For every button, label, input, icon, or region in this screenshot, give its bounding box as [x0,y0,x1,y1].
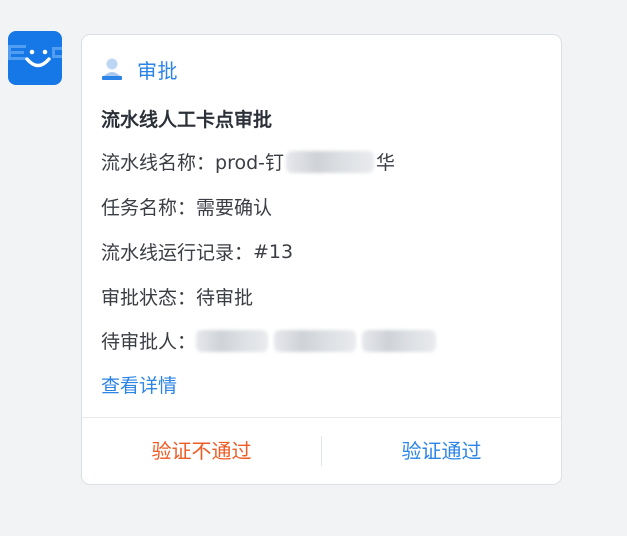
field-label: 审批状态： [101,287,197,309]
field-value-tail: 华 [376,152,396,174]
field-value: 待审批 [196,287,254,309]
smile-logo-icon [8,45,62,68]
approve-button[interactable]: 验证通过 [322,418,561,484]
field-label: 流水线运行记录： [101,242,254,264]
field-value: #13 [253,240,294,263]
field-task-name: 任务名称： 需要确认 [101,193,272,220]
field-label: 待审批人： [101,331,197,353]
field-value: prod-钉 [215,152,285,174]
card-header: 审批 [101,55,178,83]
field-label: 流水线名称： [101,152,216,174]
redacted-text [362,329,437,352]
header-label: 审批 [137,58,178,83]
approval-card: 审批 流水线人工卡点审批 流水线名称： prod-钉 华 任务名称： 需要确认 … [81,34,562,485]
action-bar: 验证不通过 验证通过 [82,418,561,484]
bot-avatar[interactable] [8,31,62,85]
reject-button[interactable]: 验证不通过 [82,418,321,484]
field-approval-status: 审批状态： 待审批 [101,283,253,310]
card-title: 流水线人工卡点审批 [101,109,273,131]
view-details-link[interactable]: 查看详情 [101,371,177,398]
redacted-text [196,329,269,352]
redacted-text [274,329,357,352]
field-pipeline-name: 流水线名称： prod-钉 华 [101,148,395,175]
field-approvers: 待审批人： [101,327,437,354]
field-run-record: 流水线运行记录： #13 [101,238,293,265]
redacted-text [286,150,375,173]
field-value: 需要确认 [196,197,273,219]
field-label: 任务名称： [101,197,197,219]
user-icon [102,58,122,80]
